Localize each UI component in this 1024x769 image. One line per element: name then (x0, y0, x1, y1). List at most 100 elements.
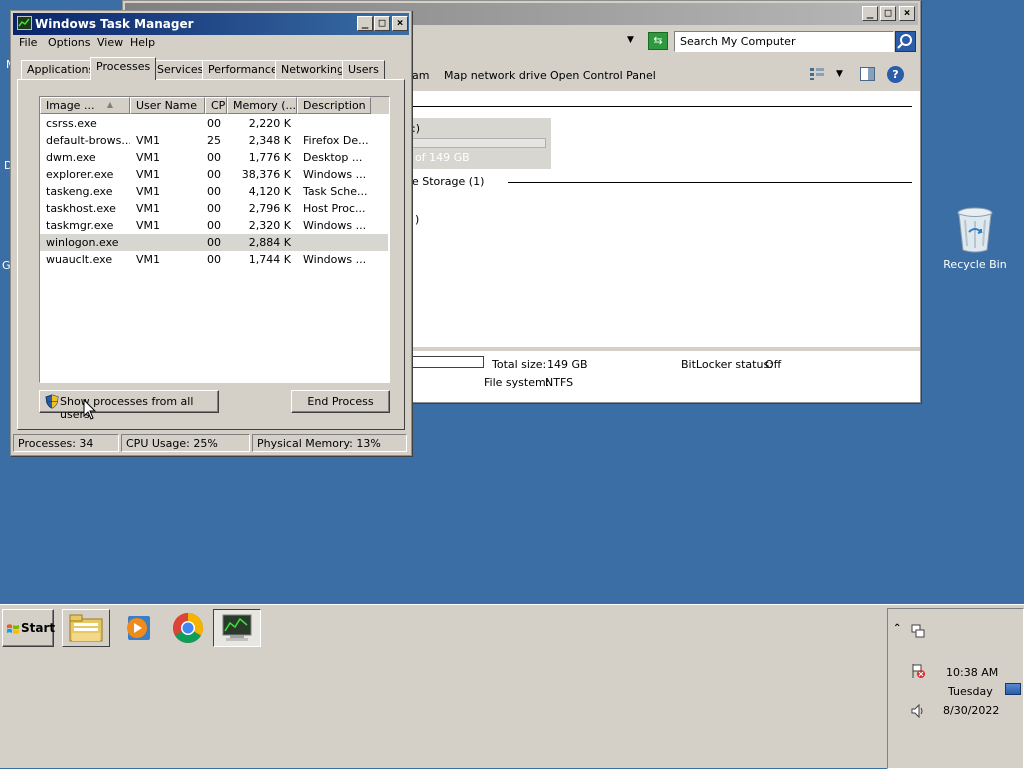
process-memory: 38,376 K (241, 168, 291, 181)
tab-services[interactable]: Services (151, 60, 210, 79)
total-size-value: 149 GB (547, 358, 588, 371)
action-center-flag-icon[interactable] (910, 663, 926, 679)
taskbar: Start ⌃ 10:38 AM Tuesday 8/30/2022 (0, 604, 1024, 769)
close-button[interactable]: × (899, 6, 915, 21)
column-header-description[interactable]: Description (297, 97, 371, 114)
table-row[interactable]: default-brows... VM1 25 2,348 K Firefox De..… (40, 132, 388, 149)
start-button[interactable]: Start (2, 609, 55, 647)
sort-ascending-icon: ▲ (106, 100, 113, 109)
maximize-button[interactable]: □ (880, 6, 896, 21)
column-header-image-name[interactable]: Image ... ▲ (40, 97, 130, 114)
process-list-header: Image ... ▲ User Name CPU Memory (... De… (40, 97, 389, 114)
process-user-name: VM1 (136, 219, 161, 232)
tab-networking[interactable]: Networking (275, 60, 350, 79)
process-user-name: VM1 (136, 253, 161, 266)
row-padding (371, 217, 388, 234)
table-row[interactable]: csrss.exe 00 2,220 K (40, 115, 388, 132)
network-tray-icon[interactable] (910, 623, 926, 639)
menu-file[interactable]: File (19, 36, 37, 49)
table-row[interactable]: dwm.exe VM1 00 1,776 K Desktop ... (40, 149, 388, 166)
process-list[interactable]: Image ... ▲ User Name CPU Memory (... De… (39, 96, 390, 383)
search-icon[interactable] (895, 31, 916, 52)
process-image-name: taskmgr.exe (46, 219, 114, 232)
map-network-drive-button[interactable]: Map network drive (444, 69, 547, 82)
table-row[interactable]: taskeng.exe VM1 00 4,120 K Task Sche... (40, 183, 388, 200)
toolbar-item-fragment[interactable]: am (412, 69, 429, 82)
process-user-name (130, 115, 205, 132)
total-size-label: Total size: (492, 358, 547, 371)
tab-processes[interactable]: Processes (90, 57, 157, 80)
process-description (297, 115, 371, 132)
column-header-memory[interactable]: Memory (... (227, 97, 297, 114)
process-memory: 2,320 K (248, 219, 291, 232)
windows-logo-icon (7, 624, 19, 634)
taskbar-explorer-button[interactable] (62, 609, 110, 647)
taskbar-task-manager-button[interactable] (213, 609, 261, 647)
table-row[interactable]: taskmgr.exe VM1 00 2,320 K Windows ... (40, 217, 388, 234)
recycle-bin-desktop-icon[interactable]: Recycle Bin (940, 206, 1010, 276)
table-row[interactable]: winlogon.exe 00 2,884 K (40, 234, 388, 251)
clock-date[interactable]: 8/30/2022 (943, 704, 999, 717)
show-desktop-button[interactable] (1005, 683, 1021, 695)
task-manager-titlebar[interactable]: Windows Task Manager _ □ × (13, 13, 409, 35)
media-player-icon (127, 616, 150, 640)
view-dropdown-icon[interactable]: ▼ (836, 69, 843, 79)
recycle-bin-icon (957, 207, 993, 253)
end-process-button[interactable]: End Process (291, 390, 390, 413)
process-description: Windows ... (303, 168, 367, 181)
address-dropdown-arrow[interactable]: ▼ (627, 35, 634, 45)
process-cpu: 00 (207, 117, 221, 130)
taskbar-chrome-button[interactable] (164, 609, 212, 647)
process-user-name (130, 234, 205, 251)
clock-day[interactable]: Tuesday (948, 685, 993, 698)
drive-tile[interactable]: :) of 149 GB (412, 118, 551, 169)
drive-free-text: of 149 GB (415, 151, 470, 164)
close-button[interactable]: × (392, 16, 408, 31)
volume-icon[interactable] (910, 703, 926, 719)
row-padding (371, 234, 388, 251)
process-memory: 4,120 K (248, 185, 291, 198)
menu-options[interactable]: Options (48, 36, 90, 49)
column-header-cpu[interactable]: CPU (205, 97, 227, 114)
column-header-user-name[interactable]: User Name (130, 97, 205, 114)
show-processes-all-users-button[interactable]: Show processes from all users (39, 390, 219, 421)
row-padding (371, 132, 388, 149)
process-memory: 1,744 K (248, 253, 291, 266)
process-description (297, 234, 371, 251)
maximize-button[interactable]: □ (374, 16, 390, 31)
process-description: Windows ... (303, 253, 367, 266)
minimize-button[interactable]: _ (862, 6, 878, 21)
tab-performance[interactable]: Performance (202, 60, 284, 79)
open-control-panel-button[interactable]: Open Control Panel (550, 69, 656, 82)
search-field[interactable]: Search My Computer (674, 31, 894, 52)
help-icon[interactable]: ? (887, 66, 904, 83)
tab-users[interactable]: Users (342, 60, 385, 79)
recycle-bin-label: Recycle Bin (943, 258, 1007, 271)
go-button[interactable]: ⇆ (648, 32, 668, 50)
process-user-name: VM1 (136, 151, 161, 164)
view-options-icon[interactable] (809, 67, 825, 81)
menu-view[interactable]: View (97, 36, 123, 49)
uac-shield-icon (45, 394, 59, 409)
minimize-button[interactable]: _ (357, 16, 373, 31)
taskbar-media-player-button[interactable] (114, 609, 162, 647)
process-image-name: default-brows... (46, 134, 130, 147)
table-row[interactable]: explorer.exe VM1 00 38,376 K Windows ... (40, 166, 388, 183)
section-divider (412, 106, 912, 107)
table-row[interactable]: taskhost.exe VM1 00 2,796 K Host Proc... (40, 200, 388, 217)
process-user-name: VM1 (136, 168, 161, 181)
process-description: Windows ... (303, 219, 367, 232)
search-input[interactable]: Search My Computer (680, 35, 795, 48)
tab-applications[interactable]: Applications (21, 60, 101, 79)
preview-pane-icon[interactable] (860, 67, 875, 81)
process-user-name: VM1 (136, 134, 161, 147)
table-row[interactable]: wuauclt.exe VM1 00 1,744 K Windows ... (40, 251, 388, 268)
menu-help[interactable]: Help (130, 36, 155, 49)
folder-icon (69, 614, 103, 642)
clock-time[interactable]: 10:38 AM (946, 666, 998, 679)
process-description: Task Sche... (303, 185, 368, 198)
show-hidden-icons-chevron-icon[interactable]: ⌃ (893, 623, 901, 634)
status-bar: Processes: 34 CPU Usage: 25% Physical Me… (13, 434, 409, 454)
process-cpu: 00 (207, 185, 221, 198)
storage-section-title: e Storage (1) (412, 175, 485, 188)
